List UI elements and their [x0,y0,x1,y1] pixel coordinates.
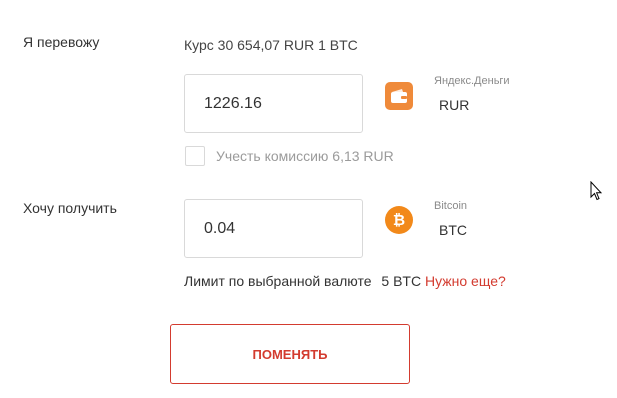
exchange-button[interactable]: ПОМЕНЯТЬ [170,324,410,384]
send-currency-name: Яндекс.Деньги [434,75,510,87]
receive-currency-name: Bitcoin [434,200,468,212]
commission-label[interactable]: Учесть комиссию 6,13 RUR [216,148,394,164]
mouse-cursor-icon [590,180,603,206]
commission-checkbox[interactable] [185,146,205,166]
send-label: Я перевожу [23,34,100,50]
receive-amount-input[interactable] [184,199,363,258]
receive-label: Хочу получить [23,200,117,216]
receive-currency-code: BTC [439,222,467,238]
need-more-link[interactable]: Нужно еще? [425,273,506,289]
bitcoin-icon: ₿ [385,206,413,234]
send-currency-code: RUR [439,97,470,113]
limit-line: Лимит по выбранной валюте 5 BTC Нужно ещ… [184,273,506,289]
exchange-rate: Курс 30 654,07 RUR 1 BTC [184,37,358,53]
wallet-icon [385,82,413,110]
send-amount-input[interactable] [184,74,363,133]
limit-text: Лимит по выбранной валюте [184,273,372,289]
limit-value: 5 BTC [381,273,422,289]
